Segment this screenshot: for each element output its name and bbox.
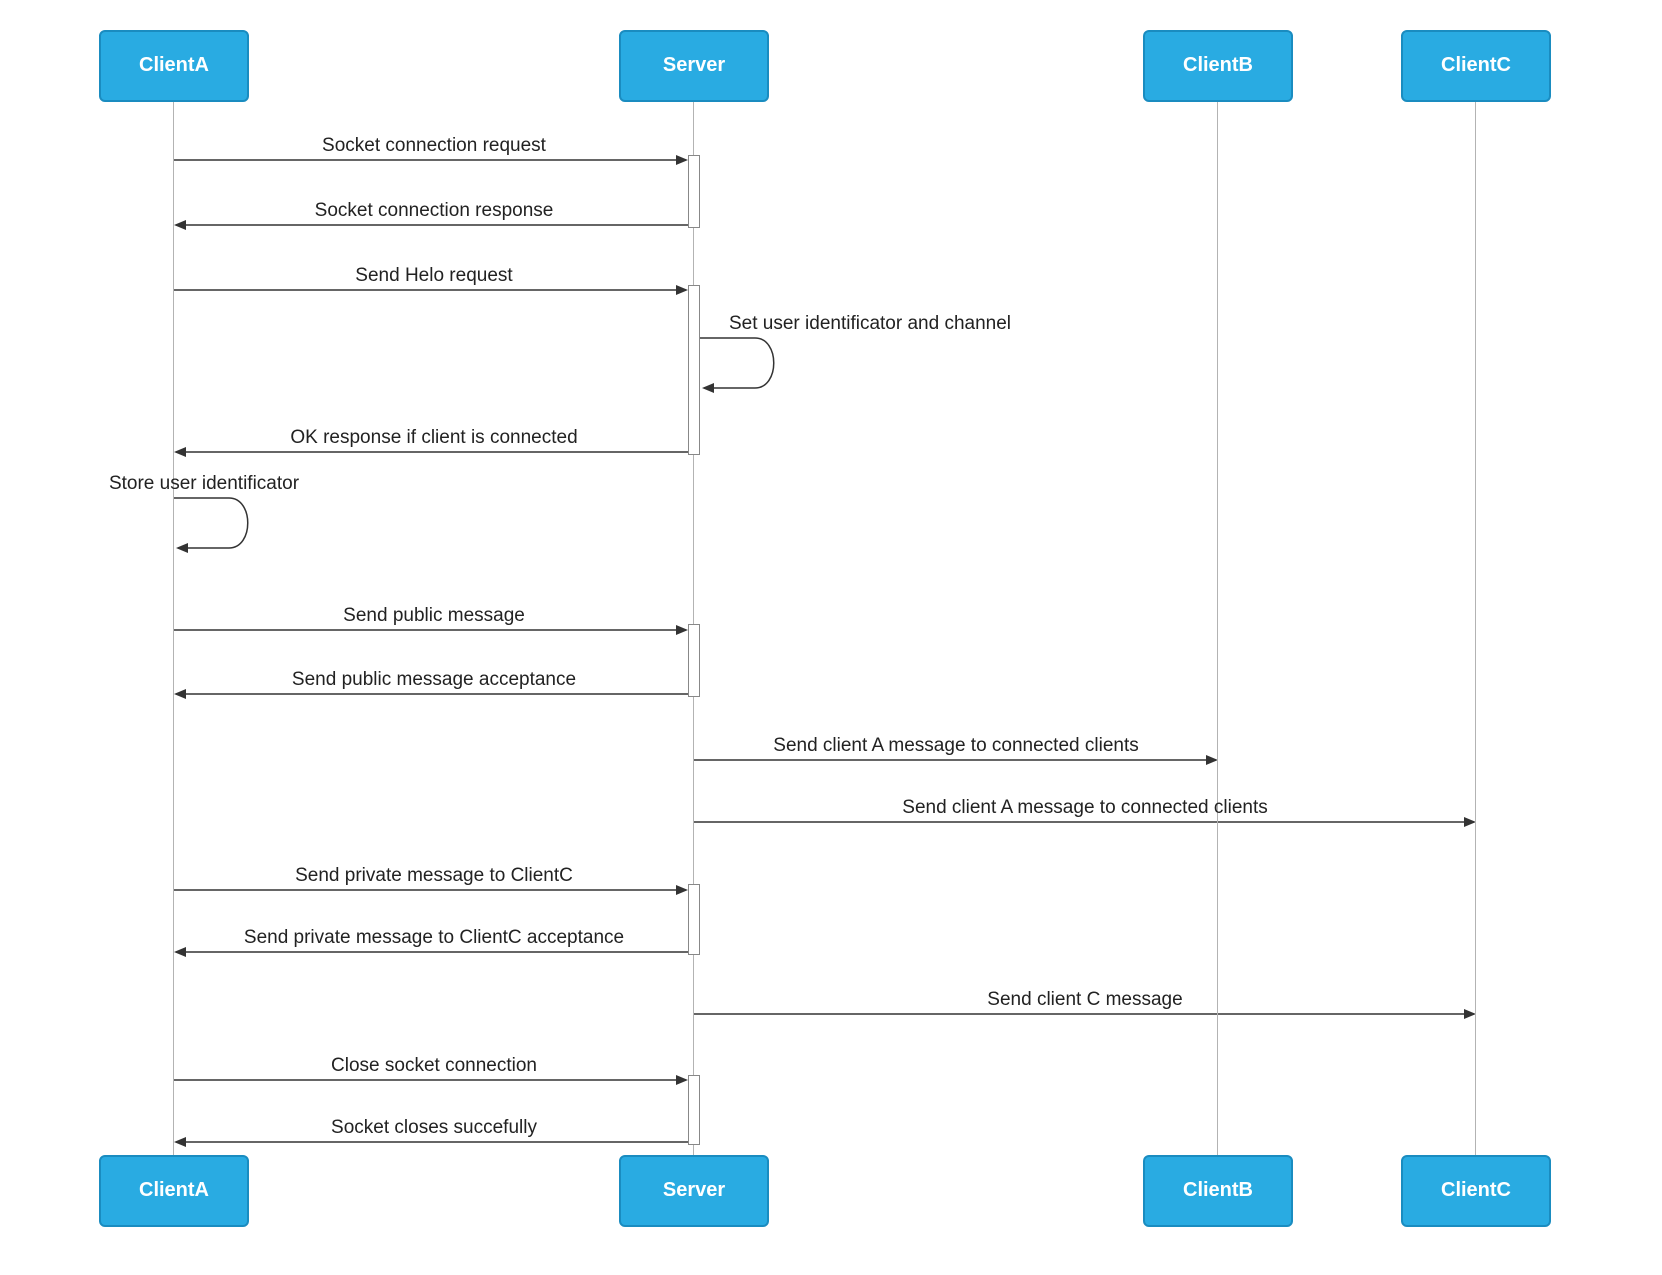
message-label: Send public message acceptance (292, 669, 576, 691)
lifeline-clientB (1217, 102, 1218, 1155)
self-message-arrow (700, 338, 774, 388)
message-label: Socket connection request (322, 135, 546, 157)
message-label: Send client C message (987, 989, 1182, 1011)
actor-label: ClientC (1441, 1179, 1511, 1201)
actor-label: ClientB (1183, 54, 1253, 76)
sequence-diagram-canvas: ClientA ClientA Server Server ClientB ClientB… (0, 0, 1662, 1275)
message-label: Send public message (343, 605, 525, 627)
activation-server-3 (688, 884, 700, 955)
message-label: Send private message to ClientC (295, 865, 573, 887)
actor-label: Server (663, 54, 725, 76)
activation-server-2 (688, 624, 700, 697)
message-label: Send client A message to connected clien… (773, 735, 1138, 757)
message-label: Set user identificator and channel (729, 313, 1011, 335)
message-label: OK response if client is connected (290, 427, 577, 449)
sequence-svg-layer (0, 0, 1662, 1275)
actor-box-server-top: Server (619, 30, 769, 102)
activation-server-0 (688, 155, 700, 228)
actor-label: Server (663, 1179, 725, 1201)
message-label: Socket connection response (315, 200, 554, 222)
message-label: Socket closes succefully (331, 1117, 537, 1139)
actor-box-server-bottom: Server (619, 1155, 769, 1227)
lifeline-clientC (1475, 102, 1476, 1155)
actor-box-clientB-bottom: ClientB (1143, 1155, 1293, 1227)
message-label: Store user identificator (109, 473, 299, 495)
actor-label: ClientC (1441, 54, 1511, 76)
message-label: Send Helo request (355, 265, 512, 287)
message-label: Close socket connection (331, 1055, 537, 1077)
actor-label: ClientA (139, 54, 209, 76)
message-label: Send client A message to connected clien… (902, 797, 1267, 819)
self-message-arrow (174, 498, 248, 548)
actor-box-clientA-bottom: ClientA (99, 1155, 249, 1227)
actor-box-clientB-top: ClientB (1143, 30, 1293, 102)
activation-server-1 (688, 285, 700, 455)
actor-label: ClientB (1183, 1179, 1253, 1201)
message-label: Send private message to ClientC acceptan… (244, 927, 624, 949)
activation-server-4 (688, 1075, 700, 1145)
actor-label: ClientA (139, 1179, 209, 1201)
actor-box-clientC-bottom: ClientC (1401, 1155, 1551, 1227)
actor-box-clientA-top: ClientA (99, 30, 249, 102)
actor-box-clientC-top: ClientC (1401, 30, 1551, 102)
lifeline-clientA (173, 102, 174, 1155)
